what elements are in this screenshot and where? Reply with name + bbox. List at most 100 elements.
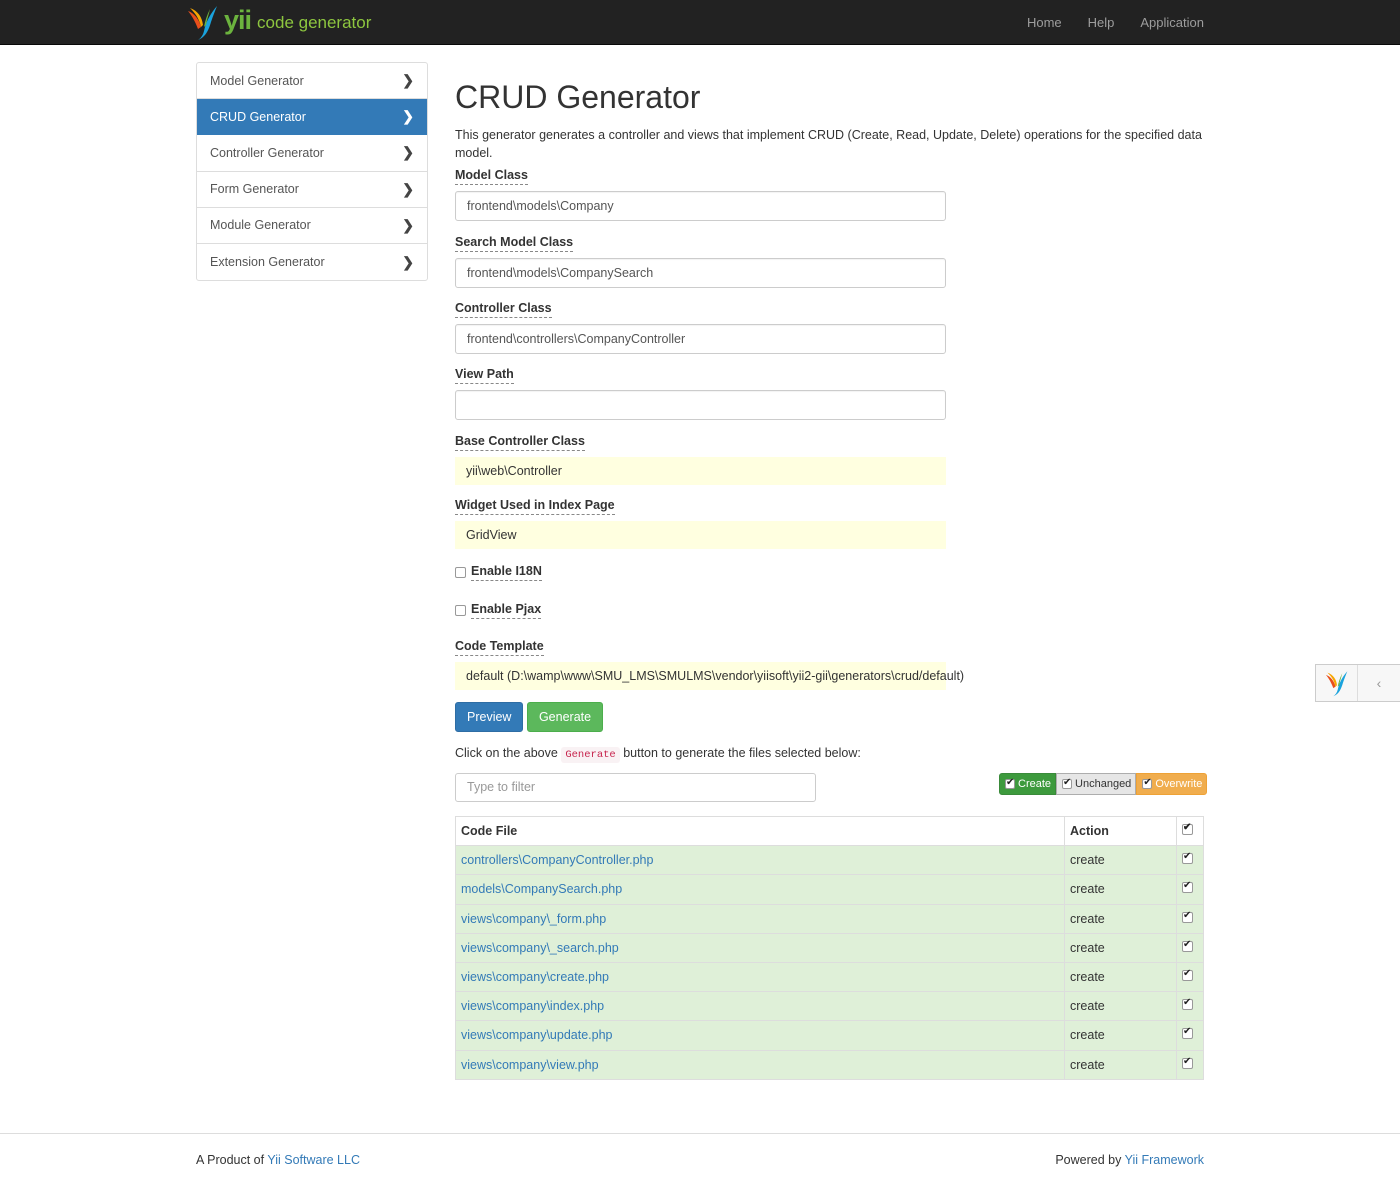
yii-logo-icon (1325, 671, 1347, 697)
sidebar-item-crud-generator[interactable]: CRUD Generator ❯ (197, 99, 427, 136)
chevron-right-icon: ❯ (402, 108, 414, 125)
code-file-link[interactable]: views\company\index.php (461, 999, 604, 1013)
file-action: create (1064, 932, 1177, 963)
page-footer: A Product of Yii Software LLC Powered by… (0, 1133, 1400, 1186)
chevron-left-icon[interactable]: ‹ (1358, 665, 1400, 701)
code-template-value[interactable]: default (D:\wamp\www\SMU_LMS\SMULMS\vend… (455, 662, 964, 690)
chevron-right-icon: ❯ (402, 144, 414, 161)
select-all-checkbox[interactable] (1182, 822, 1193, 836)
base-controller-class-label: Base Controller Class (455, 434, 585, 451)
code-file-link[interactable]: controllers\CompanyController.php (461, 853, 653, 867)
file-action: create (1064, 1020, 1177, 1051)
table-row: views\company\create.php create (455, 961, 1204, 993)
main-content: CRUD Generator This generator generates … (455, 62, 1205, 162)
table-row: models\CompanySearch.php create (455, 874, 1204, 905)
code-file-link[interactable]: views\company\view.php (461, 1058, 599, 1072)
enable-i18n-group[interactable]: Enable I18N (455, 564, 542, 581)
legend-overwrite-label: Overwrite (1155, 778, 1203, 790)
sidebar-item-label: CRUD Generator (210, 109, 306, 124)
sidebar-item-model-generator[interactable]: Model Generator ❯ (197, 63, 427, 100)
file-action: create (1064, 845, 1177, 876)
enable-i18n-checkbox[interactable] (455, 567, 466, 578)
code-file-link[interactable]: views\company\update.php (461, 1028, 612, 1042)
file-action: create (1064, 903, 1177, 934)
page-description: This generator generates a controller an… (455, 128, 1202, 160)
code-template-group: Code Template default (D:\wamp\www\SMU_L… (455, 639, 964, 690)
sidebar-item-label: Model Generator (210, 73, 304, 88)
table-row: views\company\_form.php create (455, 903, 1204, 934)
legend-overwrite-toggle[interactable]: Overwrite (1136, 773, 1208, 795)
hint-text-after: button to generate the files selected be… (619, 746, 861, 760)
brand-logo-text: yii (224, 4, 252, 35)
index-widget-value[interactable]: GridView (455, 521, 946, 549)
file-select-checkbox[interactable] (1182, 1056, 1193, 1069)
table-header-row: Code File Action (455, 815, 1204, 847)
view-path-input[interactable] (455, 390, 946, 420)
nav-application[interactable]: Application (1114, 0, 1204, 45)
sidebar-item-controller-generator[interactable]: Controller Generator ❯ (197, 135, 427, 172)
code-file-link[interactable]: views\company\create.php (461, 970, 609, 984)
legend-unchanged-toggle[interactable]: Unchanged (1056, 773, 1137, 795)
file-select-checkbox[interactable] (1182, 1026, 1193, 1040)
base-controller-class-group: Base Controller Class yii\web\Controller (455, 434, 946, 485)
model-class-group: Model Class frontend\models\Company (455, 168, 946, 221)
search-model-class-input[interactable]: frontend\models\CompanySearch (455, 258, 946, 288)
hint-text-before: Click on the above (455, 746, 562, 760)
sidebar-item-form-generator[interactable]: Form Generator ❯ (197, 172, 427, 208)
file-select-checkbox[interactable] (1182, 968, 1193, 982)
chevron-right-icon: ❯ (402, 253, 414, 270)
footer-right: Powered by Yii Framework (1055, 1153, 1204, 1167)
nav-home[interactable]: Home (1001, 0, 1062, 45)
hint-code: Generate (561, 747, 620, 763)
model-class-input[interactable]: frontend\models\Company (455, 191, 946, 221)
enable-pjax-label: Enable Pjax (471, 602, 542, 619)
brand-subtitle: code generator (257, 13, 372, 32)
enable-pjax-group[interactable]: Enable Pjax (455, 602, 542, 619)
enable-i18n-label: Enable I18N (471, 564, 542, 581)
view-path-label: View Path (455, 367, 514, 384)
nav-help[interactable]: Help (1062, 0, 1115, 45)
file-filter-input[interactable]: Type to filter (455, 773, 816, 802)
legend-create-checkbox[interactable] (1005, 777, 1015, 789)
chevron-right-icon: ❯ (402, 72, 414, 89)
legend-unchanged-checkbox[interactable] (1062, 777, 1073, 789)
sidebar-item-module-generator[interactable]: Module Generator ❯ (197, 208, 427, 244)
chevron-right-icon: ❯ (402, 180, 414, 197)
table-row: views\company\index.php create (455, 991, 1204, 1022)
sidebar-item-label: Form Generator (210, 182, 299, 197)
debug-yii-logo-icon[interactable] (1316, 665, 1358, 701)
code-file-link[interactable]: models\CompanySearch.php (461, 882, 622, 896)
sidebar-item-label: Controller Generator (210, 145, 324, 160)
footer-left-text: A Product of (196, 1153, 268, 1167)
legend-create-toggle[interactable]: Create (999, 773, 1057, 795)
file-select-checkbox[interactable] (1182, 851, 1193, 865)
controller-class-group: Controller Class frontend\controllers\Co… (455, 301, 946, 354)
file-select-checkbox[interactable] (1182, 910, 1193, 923)
footer-company-link[interactable]: Yii Software LLC (267, 1153, 360, 1167)
footer-left: A Product of Yii Software LLC (196, 1153, 360, 1167)
footer-framework-link[interactable]: Yii Framework (1125, 1153, 1204, 1167)
file-select-checkbox[interactable] (1182, 939, 1193, 952)
generate-button[interactable]: Generate (526, 702, 604, 732)
file-select-checkbox[interactable] (1182, 997, 1193, 1011)
enable-pjax-checkbox[interactable] (455, 605, 466, 616)
table-row: views\company\update.php create (455, 1020, 1204, 1051)
file-status-legend: Create Unchanged Overwrite (999, 773, 1208, 795)
file-select-checkbox[interactable] (1182, 880, 1193, 894)
generate-hint: Click on the above Generate button to ge… (455, 746, 861, 763)
brand-link[interactable]: yii code generator (184, 3, 371, 41)
debug-toolbar[interactable]: ‹ (1315, 664, 1400, 702)
action-header: Action (1064, 815, 1177, 847)
base-controller-class-value[interactable]: yii\web\Controller (455, 457, 946, 485)
code-file-link[interactable]: views\company\_search.php (461, 941, 619, 955)
model-class-label: Model Class (455, 168, 528, 185)
file-action: create (1064, 874, 1177, 905)
legend-overwrite-checkbox[interactable] (1142, 777, 1153, 789)
view-path-group: View Path (455, 367, 946, 420)
nav-links: Home Help Application (1001, 0, 1204, 45)
sidebar-item-extension-generator[interactable]: Extension Generator ❯ (197, 244, 427, 280)
table-row: views\company\view.php create (455, 1049, 1204, 1080)
controller-class-input[interactable]: frontend\controllers\CompanyController (455, 324, 946, 354)
code-file-link[interactable]: views\company\_form.php (461, 912, 606, 926)
preview-button[interactable]: Preview (455, 702, 524, 732)
